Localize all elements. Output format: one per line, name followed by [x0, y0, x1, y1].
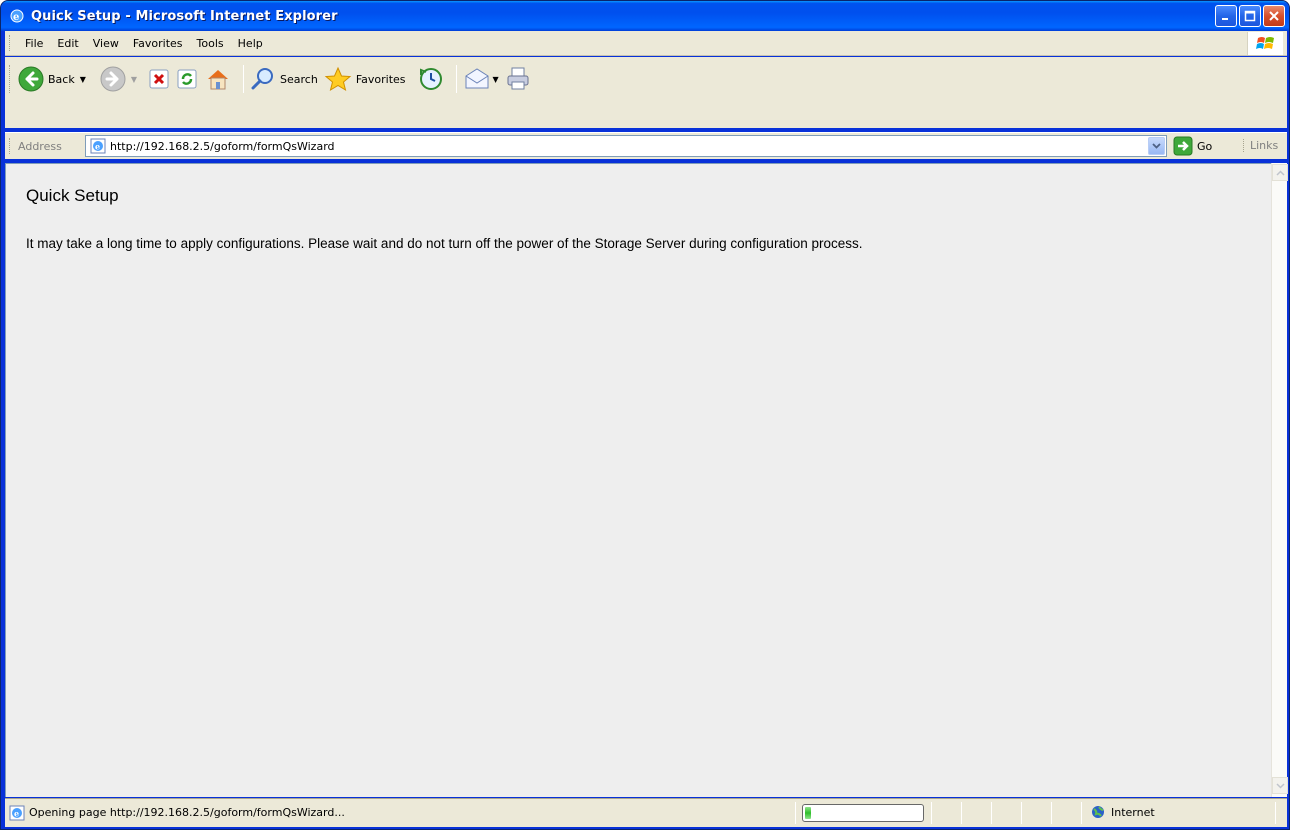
- printer-icon: [507, 67, 529, 90]
- status-divider: [1081, 802, 1082, 824]
- mail-icon: [465, 68, 489, 89]
- home-icon: [208, 70, 229, 90]
- home-button[interactable]: [205, 67, 231, 91]
- toolbar-grip[interactable]: [9, 65, 12, 93]
- status-text: Opening page http://192.168.2.5/goform/f…: [29, 806, 345, 819]
- browser-window: e Quick Setup - Microsoft Internet Explo…: [0, 0, 1290, 830]
- chevron-up-icon: [1275, 169, 1285, 176]
- window-title: Quick Setup - Microsoft Internet Explore…: [31, 8, 338, 24]
- mail-button[interactable]: ▼: [463, 66, 499, 92]
- scroll-down-button[interactable]: [1272, 777, 1288, 794]
- globe-icon: [1092, 806, 1104, 818]
- ie-app-icon: e: [9, 8, 25, 24]
- status-bar: e Opening page http://192.168.2.5/goform…: [5, 798, 1287, 827]
- status-divider: [1021, 802, 1022, 824]
- favorites-star-icon: [324, 66, 352, 92]
- back-arrow-icon: [18, 66, 44, 92]
- toolbar: Back ▼ ▼ Search Favorites ▼ Address e ht…: [5, 57, 1287, 159]
- address-label: Address: [18, 139, 62, 153]
- minimize-icon: [1222, 18, 1228, 20]
- forward-dropdown-icon[interactable]: ▼: [131, 75, 137, 84]
- forward-button[interactable]: ▼: [100, 66, 137, 92]
- title-bar[interactable]: e Quick Setup - Microsoft Internet Explo…: [1, 1, 1289, 31]
- address-bar: Address e http://192.168.2.5/goform/form…: [5, 132, 1287, 159]
- progress-bar: [802, 804, 924, 822]
- svg-text:e: e: [95, 142, 100, 152]
- refresh-icon: [177, 69, 197, 89]
- favorites-label: Favorites: [355, 72, 406, 86]
- stop-icon: [149, 69, 169, 89]
- menu-favorites[interactable]: Favorites: [126, 35, 190, 52]
- page-icon: e: [90, 138, 106, 154]
- status-divider: [1275, 802, 1276, 824]
- go-label: Go: [1197, 139, 1213, 153]
- address-input[interactable]: e http://192.168.2.5/goform/formQsWizard: [85, 135, 1167, 157]
- toolbar-separator: [243, 65, 245, 93]
- page-loading-icon: e: [9, 805, 25, 824]
- toolbar-separator-2: [455, 65, 457, 93]
- menu-view[interactable]: View: [86, 35, 126, 52]
- menu-edit[interactable]: Edit: [50, 35, 85, 52]
- status-divider: [1051, 802, 1052, 824]
- status-divider: [795, 802, 796, 824]
- windows-logo-icon: [1247, 32, 1283, 55]
- favorites-button[interactable]: Favorites: [324, 66, 406, 92]
- address-dropdown-button[interactable]: [1148, 137, 1165, 155]
- chevron-down-icon: [1275, 782, 1285, 789]
- history-button[interactable]: [418, 66, 444, 92]
- back-button[interactable]: Back ▼: [18, 66, 86, 92]
- stop-button[interactable]: [149, 68, 171, 90]
- menu-bar: File Edit View Favorites Tools Help: [5, 31, 1287, 56]
- links-toolbar[interactable]: Links: [1243, 139, 1278, 152]
- progress-fill: [805, 807, 811, 819]
- menu-grip[interactable]: [9, 35, 12, 51]
- search-icon: [251, 68, 274, 90]
- status-divider: [931, 802, 932, 824]
- refresh-button[interactable]: [177, 68, 199, 90]
- vertical-scrollbar[interactable]: [1271, 163, 1288, 797]
- search-button[interactable]: Search: [250, 66, 318, 92]
- security-zone[interactable]: Internet: [1091, 805, 1155, 819]
- search-label: Search: [280, 72, 318, 86]
- minimize-button[interactable]: [1215, 5, 1237, 27]
- back-label: Back: [48, 72, 75, 86]
- mail-dropdown-icon[interactable]: ▼: [493, 75, 499, 84]
- chevron-down-icon: [1152, 143, 1161, 149]
- print-button[interactable]: [505, 66, 531, 92]
- forward-arrow-icon: [100, 66, 126, 92]
- history-icon: [419, 68, 442, 90]
- maximize-button[interactable]: [1239, 5, 1261, 27]
- go-button[interactable]: Go: [1173, 136, 1212, 156]
- menu-file[interactable]: File: [18, 35, 50, 52]
- page-content: Quick Setup It may take a long time to a…: [5, 163, 1271, 797]
- go-arrow-icon: [1173, 136, 1193, 156]
- address-grip[interactable]: [9, 138, 12, 154]
- maximize-icon: [1244, 10, 1256, 22]
- zone-label: Internet: [1111, 805, 1155, 819]
- svg-text:e: e: [14, 809, 19, 819]
- svg-text:e: e: [13, 12, 19, 23]
- menu-tools[interactable]: Tools: [190, 35, 231, 52]
- close-icon: [1269, 11, 1279, 21]
- status-divider: [991, 802, 992, 824]
- close-button[interactable]: [1263, 5, 1285, 27]
- status-divider: [961, 802, 962, 824]
- address-url: http://192.168.2.5/goform/formQsWizard: [110, 139, 335, 153]
- menu-help[interactable]: Help: [231, 35, 270, 52]
- back-dropdown-icon[interactable]: ▼: [80, 75, 86, 84]
- page-message: It may take a long time to apply configu…: [26, 236, 863, 251]
- page-title: Quick Setup: [26, 186, 119, 205]
- scroll-up-button[interactable]: [1272, 164, 1288, 181]
